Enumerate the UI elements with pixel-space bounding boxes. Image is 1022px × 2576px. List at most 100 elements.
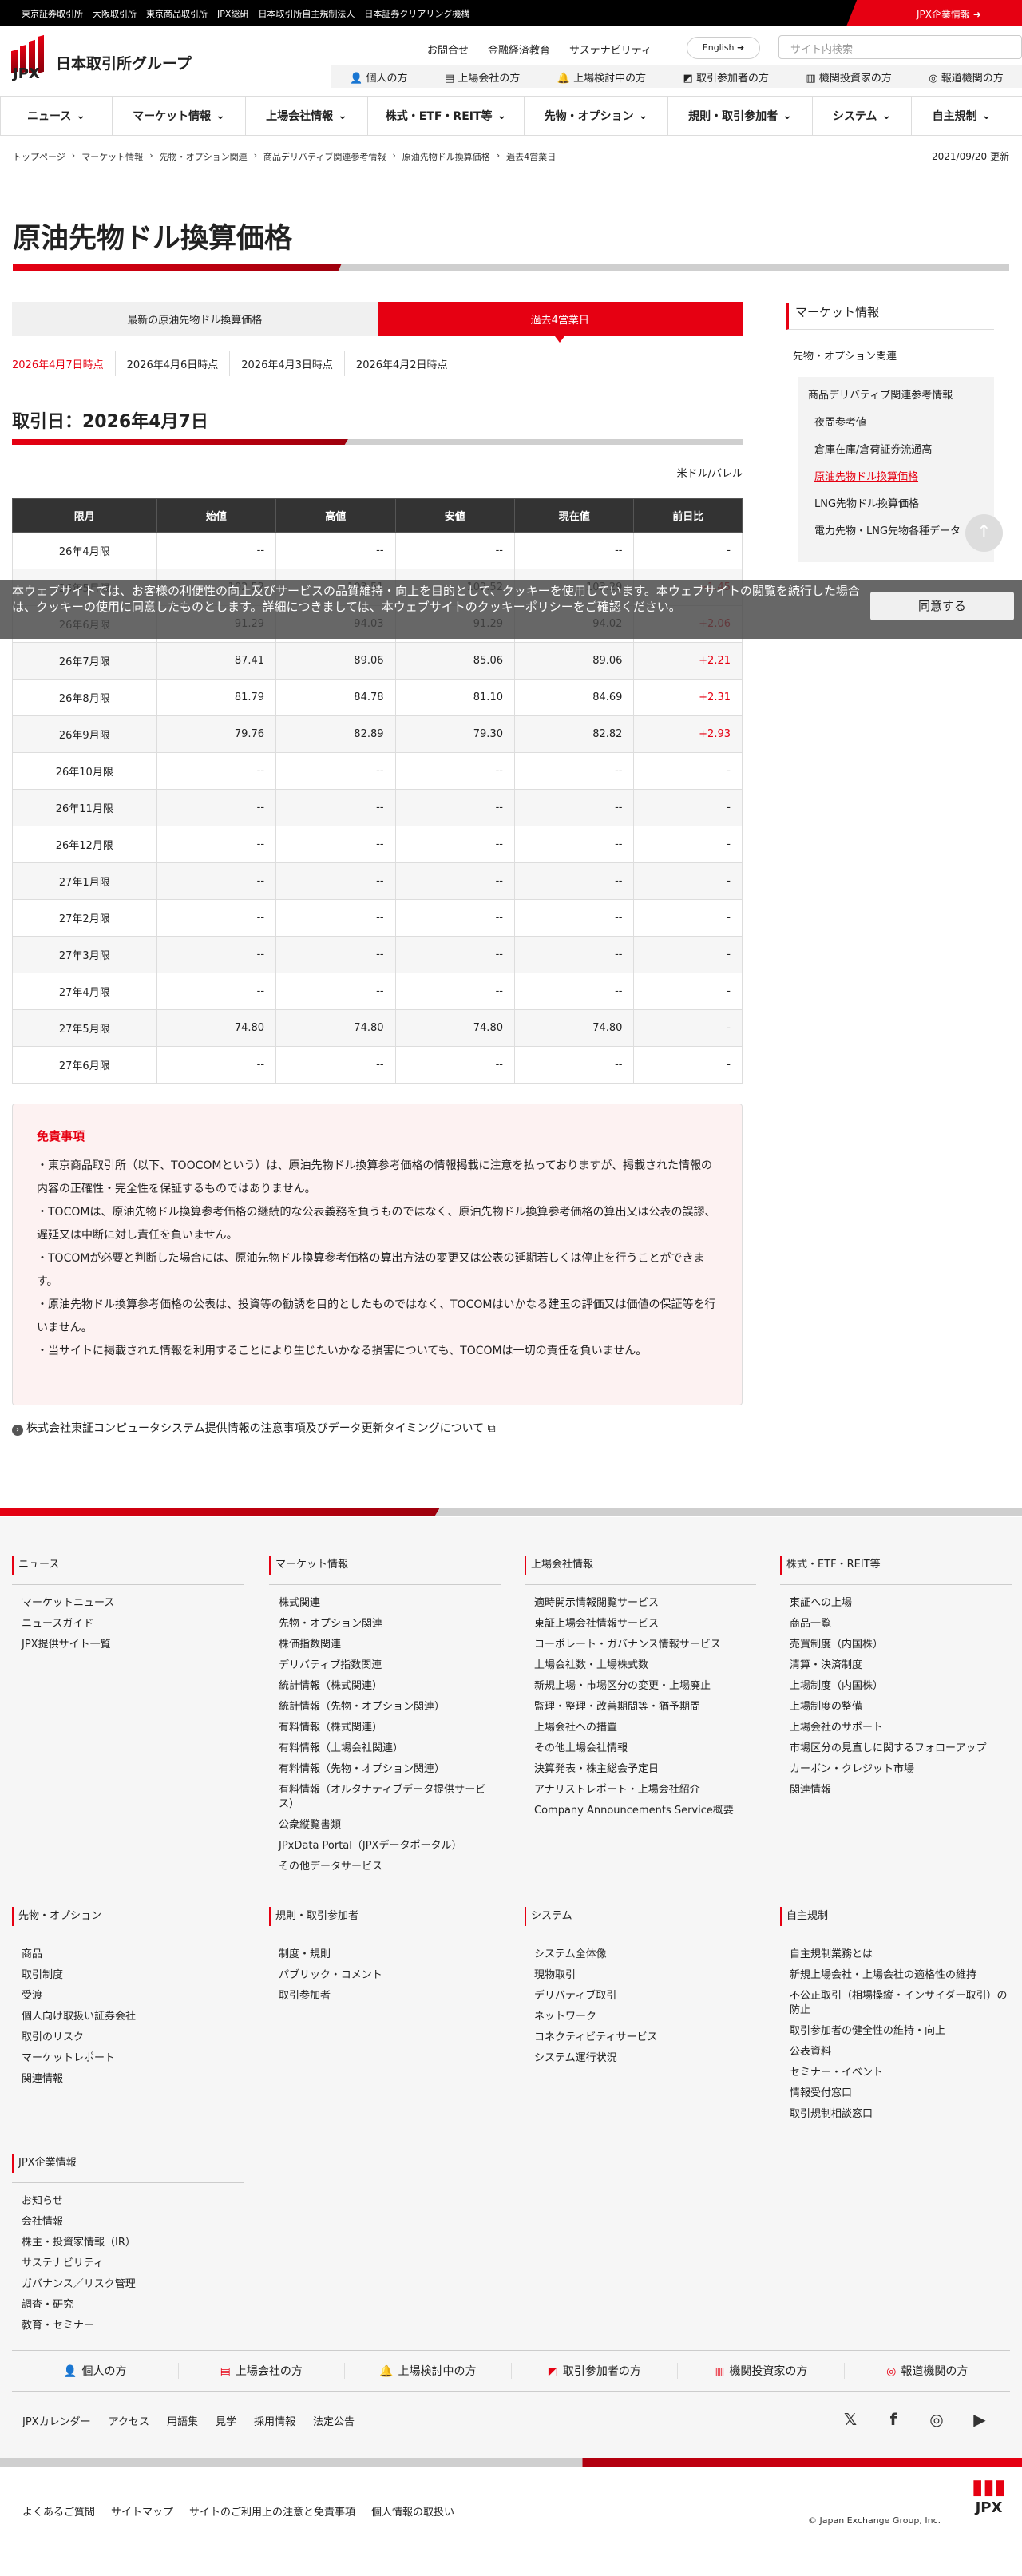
audience-link-1[interactable]: ▤ 上場会社の方: [445, 69, 520, 85]
footer-column-title[interactable]: 上場会社情報: [525, 1556, 756, 1575]
footer-link[interactable]: 株価指数関連: [269, 1638, 501, 1652]
footer-link[interactable]: 統計情報（先物・オプション関連）: [269, 1700, 501, 1714]
audience-link-2[interactable]: 🔔 上場検討中の方: [557, 69, 646, 85]
footer-link[interactable]: 東証への上場: [780, 1596, 1012, 1611]
search-input[interactable]: サイト内検索: [778, 35, 1022, 59]
footer-link[interactable]: 上場会社数・上場株式数: [525, 1659, 756, 1673]
facebook-icon[interactable]: f: [881, 2410, 905, 2429]
footer-link[interactable]: セミナー・イベント: [780, 2066, 1012, 2080]
footer-link[interactable]: 取引規制相談窓口: [780, 2107, 1012, 2122]
footer-link[interactable]: 法定公告: [313, 2413, 355, 2428]
footer-column-title[interactable]: 自主規制: [780, 1907, 1012, 1926]
bottom-link[interactable]: よくあるご質問: [22, 2503, 95, 2519]
topbar-link[interactable]: 大阪取引所: [93, 7, 137, 20]
bottom-link[interactable]: 個人情報の取扱い: [371, 2503, 454, 2519]
date-tab-2[interactable]: 2026年4月3日時点: [229, 351, 344, 376]
footer-link[interactable]: 上場会社のサポート: [780, 1721, 1012, 1735]
footer-link[interactable]: コーポレート・ガバナンス情報サービス: [525, 1638, 756, 1652]
cookie-accept-button[interactable]: 同意する: [870, 592, 1014, 620]
sidebar-category[interactable]: 先物・オプション関連: [793, 347, 994, 363]
footer-audience-link-1[interactable]: ▤ 上場会社の方: [177, 2363, 345, 2379]
footer-link[interactable]: 新規上場・市場区分の変更・上場廃止: [525, 1679, 756, 1694]
footer-link[interactable]: 商品: [12, 1948, 244, 1962]
footer-link[interactable]: 教育・セミナー: [12, 2319, 244, 2333]
bottom-link[interactable]: サイトのご利用上の注意と免責事項: [189, 2503, 355, 2519]
nav-item-6[interactable]: システム ⌄: [812, 97, 911, 135]
nav-item-5[interactable]: 規則・取引参加者 ⌄: [667, 97, 812, 135]
footer-link[interactable]: マーケットニュース: [12, 1596, 244, 1611]
bottom-link[interactable]: サイトマップ: [111, 2503, 173, 2519]
topbar-link[interactable]: 日本証券クリアリング機構: [364, 7, 469, 20]
cookie-policy-link[interactable]: クッキーポリシー: [477, 600, 573, 614]
footer-link[interactable]: 統計情報（株式関連）: [269, 1679, 501, 1694]
footer-link[interactable]: 現物取引: [525, 1968, 756, 1983]
utility-link[interactable]: お問合せ: [427, 42, 469, 57]
footer-link[interactable]: 上場制度（内国株）: [780, 1679, 1012, 1694]
footer-link[interactable]: 自主規制業務とは: [780, 1948, 1012, 1962]
footer-link[interactable]: デリバティブ取引: [525, 1989, 756, 2003]
sidebar-group[interactable]: 商品デリバティブ関連参考情報: [808, 388, 984, 404]
footer-link[interactable]: 決算発表・株主総会予定日: [525, 1762, 756, 1777]
audience-link-4[interactable]: ▥ 機関投資家の方: [806, 69, 891, 85]
footer-link[interactable]: コネクティビティサービス: [525, 2031, 756, 2045]
sidebar-item[interactable]: 夜間参考値: [808, 415, 984, 431]
footer-link[interactable]: アクセス: [109, 2413, 149, 2428]
footer-link[interactable]: 情報受付窓口: [780, 2087, 1012, 2101]
footer-link[interactable]: ガバナンス／リスク管理: [12, 2277, 244, 2292]
footer-link[interactable]: お知らせ: [12, 2194, 244, 2209]
footer-link[interactable]: 商品一覧: [780, 1617, 1012, 1631]
footer-link[interactable]: 有料情報（上場会社関連）: [269, 1742, 501, 1756]
topbar-link[interactable]: 東京商品取引所: [146, 7, 208, 20]
sidebar-item[interactable]: LNG先物ドル換算価格: [808, 497, 984, 513]
footer-link[interactable]: 採用情報: [254, 2413, 295, 2428]
audience-link-0[interactable]: 👤 個人の方: [350, 69, 407, 85]
nav-item-1[interactable]: マーケット情報 ⌄: [112, 97, 245, 135]
footer-link[interactable]: 受渡: [12, 1989, 244, 2003]
footer-link[interactable]: 取引参加者: [269, 1989, 501, 2003]
footer-link[interactable]: 公表資料: [780, 2045, 1012, 2059]
footer-link[interactable]: その他データサービス: [269, 1860, 501, 1874]
topbar-link[interactable]: 東京証券取引所: [22, 7, 83, 20]
footer-link[interactable]: 上場会社への措置: [525, 1721, 756, 1735]
date-tab-0[interactable]: 2026年4月7日時点: [12, 351, 115, 376]
footer-audience-link-0[interactable]: 👤 個人の方: [12, 2363, 178, 2379]
audience-link-5[interactable]: ◎ 報道機関の方: [929, 69, 1004, 85]
footer-link[interactable]: JPxData Portal（JPXデータポータル）: [269, 1839, 501, 1853]
footer-column-title[interactable]: 規則・取引参加者: [269, 1907, 501, 1926]
date-tab-1[interactable]: 2026年4月6日時点: [114, 351, 230, 376]
footer-link[interactable]: その他上場会社情報: [525, 1742, 756, 1756]
footer-link[interactable]: 監理・整理・改善期間等・猶予期間: [525, 1700, 756, 1714]
youtube-icon[interactable]: ▶: [968, 2410, 992, 2429]
footer-column-title[interactable]: 先物・オプション: [12, 1907, 244, 1926]
footer-link[interactable]: カーボン・クレジット市場: [780, 1762, 1012, 1777]
footer-link[interactable]: アナリストレポート・上場会社紹介: [525, 1783, 756, 1797]
footer-link[interactable]: 適時開示情報閲覧サービス: [525, 1596, 756, 1611]
utility-link[interactable]: サステナビリティ: [569, 42, 652, 57]
footer-link[interactable]: 見学: [216, 2413, 236, 2428]
footer-link[interactable]: 会社情報: [12, 2215, 244, 2229]
footer-link[interactable]: JPX提供サイト一覧: [12, 1638, 244, 1652]
footer-link[interactable]: 取引参加者の健全性の維持・向上: [780, 2024, 1012, 2039]
footer-link[interactable]: ニュースガイド: [12, 1617, 244, 1631]
nav-item-0[interactable]: ニュース ⌄: [0, 97, 112, 135]
footer-link[interactable]: Company Announcements Service概要: [525, 1804, 756, 1818]
footer-link[interactable]: 関連情報: [780, 1783, 1012, 1797]
footer-link[interactable]: 制度・規則: [269, 1948, 501, 1962]
corp-info-link[interactable]: JPX企業情報 ➜: [846, 0, 1022, 26]
footer-link[interactable]: サステナビリティ: [12, 2257, 244, 2271]
nav-item-4[interactable]: 先物・オプション ⌄: [524, 97, 667, 135]
external-info-link[interactable]: › 株式会社東証コンピュータシステム提供情報の注意事項及びデータ更新タイミングにつ…: [12, 1420, 496, 1436]
footer-audience-link-5[interactable]: ◎ 報道機関の方: [843, 2363, 1011, 2379]
sidebar-item[interactable]: 電力先物・LNG先物各種データ: [808, 524, 984, 540]
date-tab-3[interactable]: 2026年4月2日時点: [343, 351, 459, 376]
footer-link[interactable]: デリバティブ指数関連: [269, 1659, 501, 1673]
footer-link[interactable]: 売買制度（内国株）: [780, 1638, 1012, 1652]
footer-link[interactable]: 先物・オプション関連: [269, 1617, 501, 1631]
footer-link[interactable]: 不公正取引（相場操縦・インサイダー取引）の防止: [780, 1989, 1012, 2018]
english-button[interactable]: English ➜: [687, 37, 760, 59]
footer-link[interactable]: 東証上場会社情報サービス: [525, 1617, 756, 1631]
nav-item-7[interactable]: 自主規制 ⌄: [911, 97, 1012, 135]
breadcrumb-item[interactable]: 先物・オプション関連: [160, 150, 248, 163]
footer-link[interactable]: 清算・決済制度: [780, 1659, 1012, 1673]
audience-link-3[interactable]: ◩ 取引参加者の方: [683, 69, 769, 85]
